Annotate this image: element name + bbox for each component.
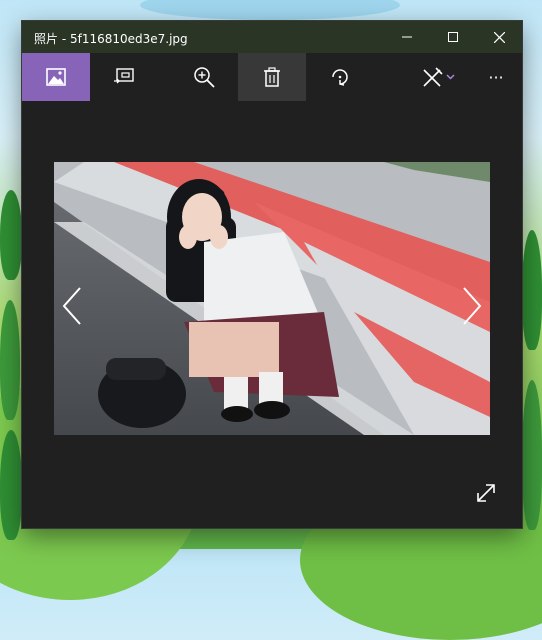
more-button[interactable]: ··· <box>470 53 522 101</box>
toolbar: ··· <box>22 53 522 101</box>
chevron-right-icon <box>463 287 482 325</box>
previous-button[interactable] <box>58 284 86 328</box>
next-button[interactable] <box>458 284 486 328</box>
rotate-button[interactable] <box>306 53 374 101</box>
close-button[interactable] <box>476 21 522 53</box>
slideshow-button[interactable] <box>90 53 158 101</box>
minimize-button[interactable] <box>384 21 430 53</box>
minimize-icon <box>402 36 412 38</box>
zoom-button[interactable] <box>170 53 238 101</box>
window-title: 照片 - 5f116810ed3e7.jpg <box>34 32 188 46</box>
view-image-button[interactable] <box>22 53 90 101</box>
delete-icon <box>264 67 280 87</box>
zoom-in-icon <box>194 67 215 88</box>
photo <box>54 162 490 435</box>
slideshow-icon <box>114 68 134 84</box>
delete-button[interactable] <box>238 53 306 101</box>
photo-image <box>54 162 490 435</box>
rotate-icon <box>332 69 348 86</box>
photos-window: 照片 - 5f116810ed3e7.jpg ··· <box>22 21 522 528</box>
chevron-left-icon <box>62 287 81 325</box>
fullscreen-button[interactable] <box>474 481 498 505</box>
image-viewer <box>22 101 522 528</box>
title-bar: 照片 - 5f116810ed3e7.jpg <box>22 21 522 53</box>
close-icon <box>493 31 505 43</box>
more-icon: ··· <box>488 67 504 87</box>
maximize-button[interactable] <box>430 21 476 53</box>
edit-icon <box>423 67 455 87</box>
image-icon <box>46 68 66 86</box>
expand-icon <box>477 484 495 502</box>
edit-create-button[interactable] <box>408 53 470 101</box>
maximize-icon <box>448 32 458 42</box>
